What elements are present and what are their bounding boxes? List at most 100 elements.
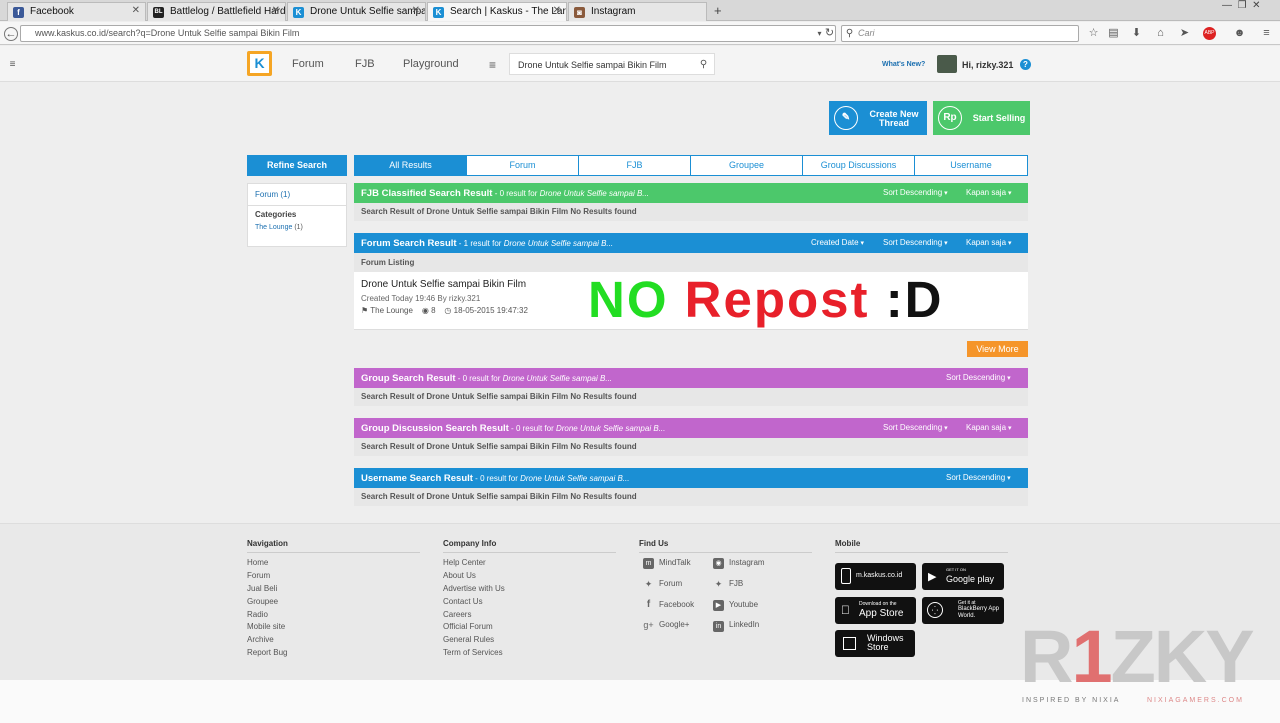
footer-social-link[interactable]: MindTalk [659, 558, 691, 567]
download-icon[interactable]: ⬇ [1130, 27, 1143, 40]
footer-link[interactable]: Jual Beli [247, 584, 277, 593]
footer-link[interactable]: Contact Us [443, 597, 483, 606]
home-icon[interactable]: ⌂ [1154, 27, 1167, 40]
footer-link[interactable]: Archive [247, 635, 274, 644]
footer-link[interactable]: Term of Services [443, 648, 503, 657]
close-window-icon[interactable]: ✕ [1252, 0, 1260, 11]
thread-category[interactable]: The Lounge [370, 306, 413, 315]
avatar[interactable] [937, 55, 957, 73]
close-icon[interactable]: ✕ [132, 5, 140, 16]
footer-link[interactable]: Advertise with Us [443, 584, 505, 593]
browser-tab-battlelog[interactable]: BL Battlelog / Battlefield Hardl... ✕ [147, 2, 286, 21]
result-count: - 0 result for [455, 374, 503, 383]
footer-social-link[interactable]: Facebook [659, 600, 694, 609]
close-icon[interactable]: ✕ [553, 5, 561, 16]
tab-fjb[interactable]: FJB [578, 155, 691, 176]
footer-social-link[interactable]: LinkedIn [729, 620, 759, 629]
windows-icon [843, 637, 856, 650]
apple-icon:  [841, 603, 850, 617]
view-more-button[interactable]: View More [967, 341, 1028, 357]
refine-search-button[interactable]: Refine Search [247, 155, 347, 176]
browser-tab-search[interactable]: K Search | Kaskus - The Large... ✕ [427, 2, 567, 21]
blackberry-badge[interactable]: ⁛ Get it at BlackBerry App World. [922, 597, 1004, 624]
footer-link[interactable]: Forum [247, 571, 270, 580]
send-icon[interactable]: ➤ [1178, 27, 1191, 40]
footer-link[interactable]: Groupee [247, 597, 278, 606]
footer-link[interactable]: Mobile site [247, 622, 285, 631]
tab-group-discussions[interactable]: Group Discussions [802, 155, 915, 176]
footer-social-link[interactable]: FJB [729, 579, 743, 588]
chat-icon[interactable]: ☻ [1233, 27, 1246, 40]
windows-store-badge[interactable]: Windows Store [835, 630, 915, 657]
time-dropdown[interactable]: Kapan saja [966, 418, 1012, 439]
footer-link[interactable]: Report Bug [247, 648, 287, 657]
time-dropdown[interactable]: Kapan saja [966, 233, 1012, 254]
new-tab-button[interactable]: + [714, 3, 722, 18]
nav-playground[interactable]: Playground [403, 58, 459, 70]
back-icon[interactable]: ← [4, 27, 18, 41]
footer-social-link[interactable]: Instagram [729, 558, 765, 567]
menu-icon[interactable]: ≡ [489, 58, 496, 72]
close-icon[interactable]: ✕ [272, 5, 280, 16]
start-selling-button[interactable]: Rp Start Selling [933, 101, 1030, 135]
mobile-site-badge[interactable]: m.kaskus.co.id [835, 563, 916, 590]
bookmark-star-icon[interactable]: ☆ [1087, 27, 1100, 40]
reload-icon[interactable]: ↻ [823, 27, 836, 40]
sort-dropdown[interactable]: Sort Descending [946, 368, 1011, 389]
create-thread-button[interactable]: ✎ Create New Thread [829, 101, 927, 135]
footer-link[interactable]: Home [247, 558, 268, 567]
close-icon[interactable]: ✕ [412, 5, 420, 16]
search-icon[interactable]: ⚲ [697, 58, 710, 71]
group-discussion-result-header: Group Discussion Search Result - 0 resul… [354, 418, 1028, 438]
browser-search-input[interactable]: Cari [841, 25, 1079, 42]
footer-link[interactable]: General Rules [443, 635, 494, 644]
footer-social-link[interactable]: Google+ [659, 620, 689, 629]
created-date-dropdown[interactable]: Created Date [811, 233, 864, 254]
footer-social-link[interactable]: Forum [659, 579, 682, 588]
footer-link[interactable]: Radio [247, 610, 268, 619]
overlay-repost: Repost [684, 271, 870, 328]
time-dropdown[interactable]: Kapan saja [966, 183, 1012, 204]
tab-title: Facebook [30, 6, 74, 17]
browser-tab-drone[interactable]: K Drone Untuk Selfie sampai ... ✕ [287, 2, 426, 21]
sort-dropdown[interactable]: Sort Descending [883, 233, 948, 254]
nav-forum[interactable]: Forum [292, 58, 324, 70]
site-search-input[interactable]: Drone Untuk Selfie sampai Bikin Film [509, 53, 715, 75]
battlelog-icon: BL [153, 7, 164, 18]
browser-tab-instagram[interactable]: ◙ Instagram [568, 2, 707, 21]
nav-fjb[interactable]: FJB [355, 58, 375, 70]
sort-dropdown[interactable]: Sort Descending [883, 183, 948, 204]
footer-social-link[interactable]: Youtube [729, 600, 758, 609]
footer-link[interactable]: Careers [443, 610, 471, 619]
help-icon[interactable]: ? [1020, 59, 1031, 70]
whats-new-link[interactable]: What's New? [882, 61, 925, 68]
tab-groupee[interactable]: Groupee [690, 155, 803, 176]
facebook-icon: f [646, 599, 651, 610]
url-bar[interactable]: www.kaskus.co.id/search?q=Drone Untuk Se… [20, 25, 836, 42]
bookmarks-icon[interactable]: ▤ [1107, 27, 1120, 40]
tab-username[interactable]: Username [914, 155, 1028, 176]
footer-link[interactable]: Help Center [443, 558, 486, 567]
adblock-icon[interactable]: ABP [1203, 27, 1216, 40]
restore-icon[interactable]: ❐ [1238, 0, 1247, 11]
section-title: Username Search Result [361, 473, 473, 484]
result-tabs: All Results Forum FJB Groupee Group Disc… [354, 155, 1028, 176]
minimize-icon[interactable]: — [1222, 0, 1232, 11]
footer-link[interactable]: About Us [443, 571, 476, 580]
window-controls[interactable]: — ❐ ✕ [1222, 0, 1280, 16]
sidebar-menu-icon[interactable]: ≡ [6, 58, 19, 71]
footer-link[interactable]: Official Forum [443, 622, 493, 631]
menu-icon[interactable]: ≡ [1260, 27, 1273, 40]
kaskus-logo[interactable]: K [247, 51, 272, 76]
tab-forum[interactable]: Forum [466, 155, 579, 176]
sort-dropdown[interactable]: Sort Descending [883, 418, 948, 439]
user-greeting[interactable]: Hi, rizky.321 [962, 60, 1013, 70]
category-link[interactable]: The Lounge (1) [255, 224, 303, 231]
thread-title-link[interactable]: Drone Untuk Selfie sampai Bikin Film [361, 279, 526, 290]
forum-filter-link[interactable]: Forum (1) [255, 190, 290, 199]
browser-tab-facebook[interactable]: f Facebook ✕ [7, 2, 146, 21]
app-store-badge[interactable]:  Download on the App Store [835, 597, 916, 624]
tab-all-results[interactable]: All Results [354, 155, 467, 176]
sort-dropdown[interactable]: Sort Descending [946, 468, 1011, 489]
google-play-badge[interactable]: ▶ GET IT ON Google play [922, 563, 1004, 590]
